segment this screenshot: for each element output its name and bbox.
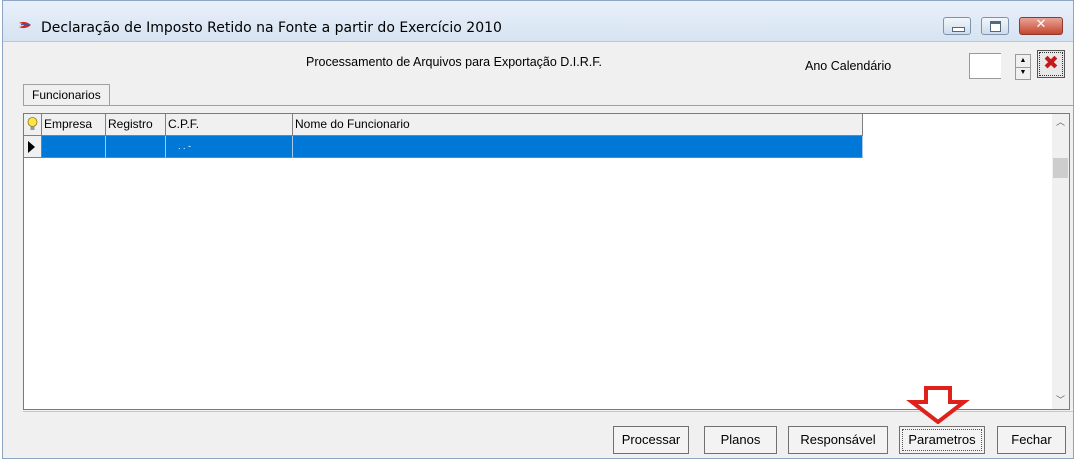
- planos-button[interactable]: Planos: [704, 426, 777, 454]
- column-header-registro[interactable]: Registro: [106, 114, 166, 136]
- cell-registro[interactable]: [106, 136, 166, 158]
- fechar-button[interactable]: Fechar: [997, 426, 1066, 454]
- cell-empresa[interactable]: [42, 136, 106, 158]
- grid-header: Empresa Registro C.P.F. Nome do Funciona…: [24, 114, 863, 136]
- page-title: Processamento de Arquivos para Exportaçã…: [306, 55, 602, 69]
- close-window-button[interactable]: ✕: [1019, 17, 1063, 35]
- cell-nome[interactable]: [293, 136, 863, 158]
- cell-cpf[interactable]: . . -: [166, 136, 293, 158]
- close-icon: ✕: [1035, 17, 1047, 32]
- row-indicator: [24, 136, 42, 158]
- title-bar[interactable]: Declaração de Imposto Retido na Fonte a …: [3, 1, 1073, 42]
- ano-calendario-label: Ano Calendário: [805, 59, 892, 73]
- app-swoosh-icon: [19, 21, 31, 29]
- parametros-button[interactable]: Parametros: [899, 426, 985, 454]
- tab-funcionarios[interactable]: Funcionarios: [23, 84, 110, 106]
- minimize-button[interactable]: [943, 17, 971, 35]
- spin-down-icon[interactable]: ▼: [1016, 67, 1030, 79]
- column-header-nome[interactable]: Nome do Funcionario: [293, 114, 863, 136]
- processar-button[interactable]: Processar: [613, 426, 689, 454]
- ano-calendario-input[interactable]: [969, 53, 1001, 79]
- vertical-scrollbar[interactable]: ︿ ﹀: [1052, 114, 1069, 409]
- red-x-icon: ✖: [1043, 52, 1059, 74]
- scroll-thumb[interactable]: [1053, 158, 1068, 178]
- scroll-up-icon[interactable]: ︿: [1052, 114, 1069, 131]
- funcionarios-grid[interactable]: Empresa Registro C.P.F. Nome do Funciona…: [23, 113, 1070, 410]
- column-header-empresa[interactable]: Empresa: [42, 114, 106, 136]
- maximize-button[interactable]: [981, 17, 1009, 35]
- responsavel-button[interactable]: Responsável: [788, 426, 888, 454]
- lightbulb-icon: [27, 117, 38, 130]
- column-header-cpf[interactable]: C.P.F.: [166, 114, 293, 136]
- clear-button[interactable]: ✖: [1037, 50, 1065, 78]
- red-down-arrow: [906, 386, 970, 424]
- header-indicator-cell: [24, 114, 42, 136]
- scroll-down-icon[interactable]: ﹀: [1052, 392, 1069, 409]
- table-row[interactable]: . . -: [24, 136, 863, 158]
- ano-spinner[interactable]: ▲ ▼: [1015, 54, 1031, 80]
- window-title: Declaração de Imposto Retido na Fonte a …: [41, 20, 502, 36]
- header-row: Processamento de Arquivos para Exportaçã…: [3, 42, 1073, 82]
- row-pointer-icon: [28, 141, 35, 153]
